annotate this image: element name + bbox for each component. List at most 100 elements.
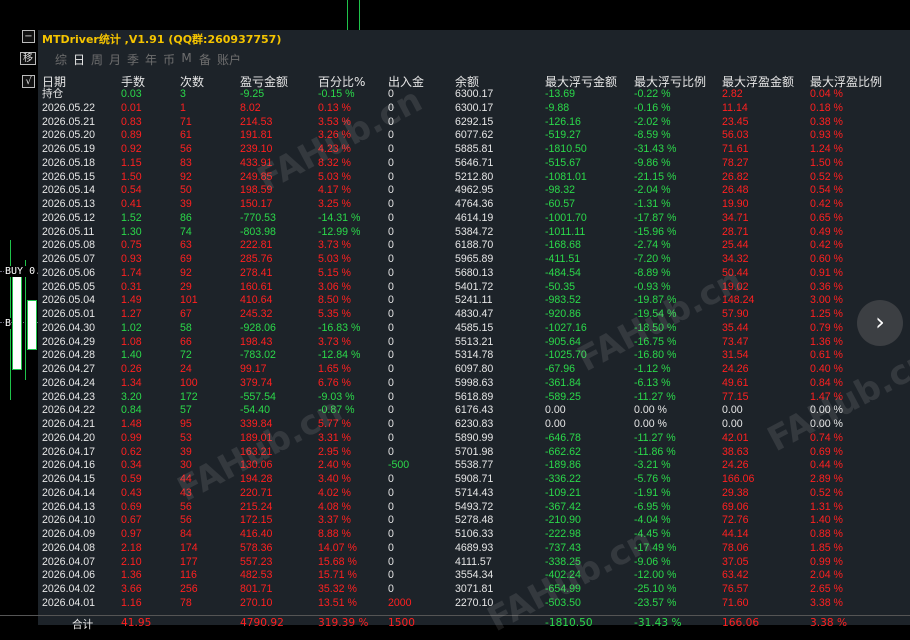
- cell-balance: 5538.77: [455, 459, 494, 472]
- cell-count: 78: [180, 596, 192, 609]
- cell-pct: 5.15 %: [318, 266, 351, 279]
- cell-date: 2026.05.04: [42, 294, 96, 307]
- cell-flow: 0: [388, 349, 394, 362]
- cell-max-dd-pct: -12.00 %: [634, 569, 677, 582]
- tab-9[interactable]: 账户: [216, 51, 242, 68]
- cell-max-up: 57.90: [722, 308, 749, 320]
- cell-pnl: 249.85: [240, 170, 273, 183]
- cell-count: 29: [180, 280, 192, 293]
- table-row[interactable]: 2026.05.07 0.93 69 285.76 5.03 % 0 5965.89 -411…: [0, 253, 910, 267]
- table-row[interactable]: 2026.05.06 1.74 92 278.41 5.15 % 0 5680.13 -484…: [0, 267, 910, 281]
- cell-lots: 1.34: [121, 376, 142, 389]
- tab-8[interactable]: 备: [198, 51, 211, 68]
- table-row[interactable]: 2026.05.14 0.54 50 198.59 4.17 % 0 4962.95 -98.…: [0, 184, 910, 198]
- table-row[interactable]: 2026.04.02 3.66 256 801.71 35.32 % 0 3071.81 -6…: [0, 583, 910, 597]
- table-row[interactable]: 2026.05.20 0.89 61 191.81 3.26 % 0 6077.62 -519…: [0, 129, 910, 143]
- cell-lots: 2.10: [121, 555, 142, 568]
- cell-lots: 1.52: [121, 211, 142, 224]
- table-row[interactable]: 持仓 0.03 3 -9.25 -0.15 % 0 6300.17 -13.69 -0.22 %…: [0, 88, 910, 102]
- cell-date: 2026.04.06: [42, 569, 96, 582]
- cell-max-dd-pct: -1.12 %: [634, 363, 671, 375]
- table-row[interactable]: 2026.05.01 1.27 67 245.32 5.35 % 0 4830.47 -920…: [0, 308, 910, 322]
- table-row[interactable]: 2026.04.24 1.34 100 379.74 6.76 % 0 5998.63 -36…: [0, 377, 910, 391]
- table-row[interactable]: 2026.05.22 0.01 1 8.02 0.13 % 0 6300.17 -9.88 -0…: [0, 102, 910, 116]
- cell-balance: 5314.78: [455, 349, 494, 362]
- cell-max-dd-pct: -18.50 %: [634, 321, 677, 334]
- cell-count: 58: [180, 321, 192, 334]
- move-button[interactable]: 移: [20, 52, 36, 65]
- table-row[interactable]: 2026.05.12 1.52 86 -770.53 -14.31 % 0 4614.19 -…: [0, 212, 910, 226]
- tab-3[interactable]: 月: [108, 51, 121, 68]
- table-row[interactable]: 2026.05.04 1.49 101 410.64 8.50 % 0 5241.11 -98…: [0, 294, 910, 308]
- table-row[interactable]: 2026.05.08 0.75 63 222.81 3.73 % 0 6188.70 -168…: [0, 239, 910, 253]
- cell-pnl: 160.61: [240, 280, 273, 293]
- table-row[interactable]: 2026.04.27 0.26 24 99.17 1.65 % 0 6097.80 -67.9…: [0, 363, 910, 377]
- cell-max-dd: -737.43: [545, 541, 581, 554]
- cell-count: 74: [180, 225, 192, 238]
- cell-balance: 5401.72: [455, 280, 494, 293]
- next-arrow-button[interactable]: ›: [857, 300, 903, 346]
- table-row[interactable]: 2026.04.16 0.34 30 130.06 2.40 % -500 5538.77 -…: [0, 459, 910, 473]
- table-row[interactable]: 2026.04.06 1.36 116 482.53 15.71 % 0 3554.34 -4…: [0, 569, 910, 583]
- table-row[interactable]: 2026.04.22 0.84 57 -54.40 -0.87 % 0 6176.43 0.0…: [0, 404, 910, 418]
- table-row[interactable]: 2026.04.20 0.99 53 189.01 3.31 % 0 5890.99 -646…: [0, 432, 910, 446]
- table-row[interactable]: 2026.04.09 0.97 84 416.40 8.88 % 0 5106.33 -222…: [0, 528, 910, 542]
- table-row[interactable]: 2026.05.18 1.15 83 433.91 8.32 % 0 5646.71 -515…: [0, 157, 910, 171]
- table-row[interactable]: 2026.04.21 1.48 95 339.84 5.77 % 0 6230.83 0.00…: [0, 418, 910, 432]
- cell-lots: 1.16: [121, 596, 142, 609]
- table-row[interactable]: 2026.04.17 0.62 39 163.21 2.95 % 0 5701.98 -662…: [0, 446, 910, 460]
- table-row[interactable]: 2026.04.29 1.08 66 198.43 3.73 % 0 5513.21 -905…: [0, 336, 910, 350]
- cell-max-up: 78.06: [722, 541, 749, 554]
- cell-flow: 0: [388, 431, 394, 444]
- table-row[interactable]: 2026.04.15 0.59 44 194.28 3.40 % 0 5908.71 -336…: [0, 473, 910, 487]
- table-row[interactable]: 2026.04.08 2.18 174 578.36 14.07 % 0 4689.93 -7…: [0, 542, 910, 556]
- cell-count: 92: [180, 266, 192, 279]
- cell-flow: 0: [388, 321, 394, 334]
- table-row[interactable]: 2026.05.19 0.92 56 239.10 4.23 % 0 5885.81 -181…: [0, 143, 910, 157]
- cell-max-up-pct: 0.65 %: [810, 211, 843, 224]
- cell-count: 61: [180, 129, 192, 142]
- table-row[interactable]: 2026.04.13 0.69 56 215.24 4.08 % 0 5493.72 -367…: [0, 501, 910, 515]
- table-row[interactable]: 2026.05.15 1.50 92 249.85 5.03 % 0 5212.80 -108…: [0, 171, 910, 185]
- cell-max-up: 166.06: [722, 473, 755, 485]
- cell-lots: 0.67: [121, 514, 142, 527]
- cell-pnl: -557.54: [240, 390, 276, 403]
- cell-max-up: 56.03: [722, 129, 749, 142]
- cell-max-dd: -13.69: [545, 88, 576, 100]
- cell-max-up: 78.27: [722, 156, 749, 169]
- cell-date: 2026.05.19: [42, 143, 96, 155]
- table-row[interactable]: 2026.04.01 1.16 78 270.10 13.51 % 2000 2270.10…: [0, 597, 910, 611]
- cell-max-dd: -222.98: [545, 528, 581, 540]
- tab-2[interactable]: 周: [90, 51, 103, 68]
- tab-5[interactable]: 年: [144, 51, 157, 68]
- tab-6[interactable]: 币: [162, 51, 175, 68]
- tab-0[interactable]: 综: [54, 51, 67, 68]
- cell-date: 2026.04.13: [42, 500, 96, 513]
- table-row[interactable]: 2026.05.13 0.41 39 150.17 3.25 % 0 4764.36 -60.…: [0, 198, 910, 212]
- minimize-button[interactable]: −: [22, 30, 35, 43]
- tab-7[interactable]: M: [180, 51, 193, 68]
- table-row[interactable]: 2026.04.07 2.10 177 557.23 15.68 % 0 4111.57 -3…: [0, 556, 910, 570]
- cell-lots: 0.43: [121, 486, 142, 499]
- tab-4[interactable]: 季: [126, 51, 139, 68]
- cell-max-up-pct: 2.89 %: [810, 473, 843, 485]
- cell-date: 2026.05.21: [42, 115, 96, 128]
- cell-flow: 0: [388, 390, 394, 403]
- table-row[interactable]: 2026.05.05 0.31 29 160.61 3.06 % 0 5401.72 -50.…: [0, 281, 910, 295]
- table-row[interactable]: 2026.04.23 3.20 172 -557.54 -9.03 % 0 5618.89 -…: [0, 391, 910, 405]
- tab-1[interactable]: 日: [72, 51, 85, 68]
- cell-max-dd-pct: -4.45 %: [634, 528, 671, 540]
- cell-pct: 3.31 %: [318, 431, 351, 444]
- table-row[interactable]: 2026.04.30 1.02 58 -928.06 -16.83 % 0 4585.15 -…: [0, 322, 910, 336]
- cell-max-up-pct: 0.42 %: [810, 239, 843, 252]
- cell-max-dd-pct: -9.86 %: [634, 156, 671, 169]
- cell-lots: 1.02: [121, 321, 142, 334]
- table-row[interactable]: 2026.05.21 0.83 71 214.53 3.53 % 0 6292.15 -126…: [0, 116, 910, 130]
- table-row[interactable]: 2026.04.28 1.40 72 -783.02 -12.84 % 0 5314.78 -…: [0, 349, 910, 363]
- table-row[interactable]: 2026.04.14 0.43 43 220.71 4.02 % 0 5714.43 -109…: [0, 487, 910, 501]
- cell-max-up-pct: 0.49 %: [810, 225, 843, 238]
- cell-max-dd: -1025.70: [545, 349, 587, 362]
- panel-title: MTDriver统计 ,V1.91 (QQ群:260937757): [42, 33, 282, 46]
- table-row[interactable]: 2026.04.10 0.67 56 172.15 3.37 % 0 5278.48 -210…: [0, 514, 910, 528]
- table-row[interactable]: 2026.05.11 1.30 74 -803.98 -12.99 % 0 5384.72 -…: [0, 226, 910, 240]
